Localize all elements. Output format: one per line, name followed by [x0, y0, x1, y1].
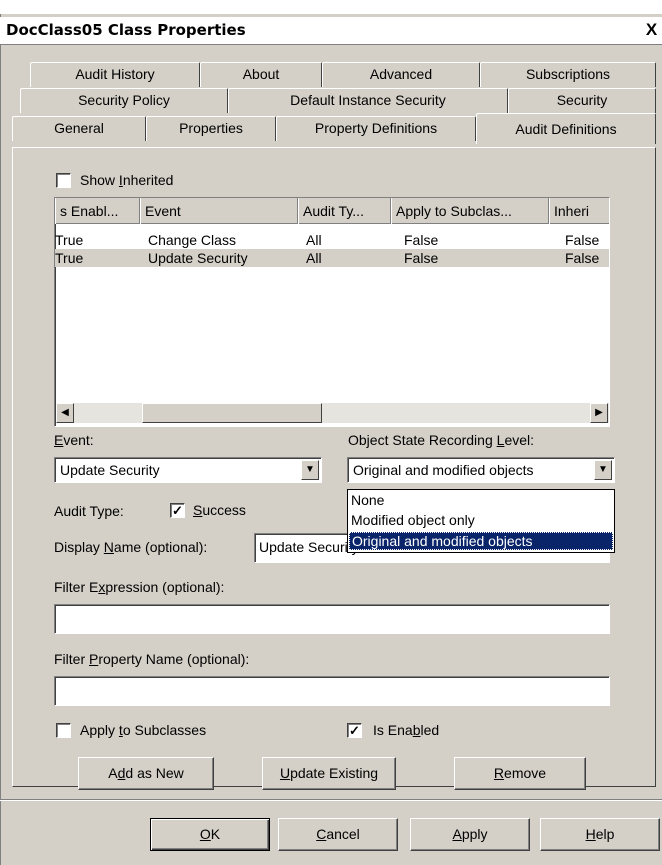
cancel-button[interactable]: Cancel [278, 818, 398, 851]
apply-subclasses-label: Apply to Subclasses [80, 722, 207, 738]
table-row[interactable]: True Change Class All False False [55, 231, 609, 249]
column-event[interactable]: Event [140, 198, 298, 224]
tab-advanced[interactable]: Advanced [322, 62, 480, 87]
filter-expression-input[interactable] [54, 604, 610, 634]
dropdown-option-none[interactable]: None [349, 492, 613, 510]
close-icon[interactable]: X [641, 20, 662, 41]
show-inherited-checkbox[interactable] [56, 173, 71, 188]
tab-security[interactable]: Security [508, 88, 656, 113]
audit-definitions-list[interactable]: s Enabl... Event Audit Ty... Apply to Su… [54, 197, 610, 427]
title-bar[interactable]: DocClass05 Class Properties X [0, 17, 662, 45]
cell-enabled: True [55, 250, 84, 266]
column-is-enabled[interactable]: s Enabl... [55, 198, 140, 224]
show-inherited-label: Show Inherited [80, 172, 174, 188]
remove-button[interactable]: Remove [454, 757, 586, 790]
filter-expression-label: Filter Expression (optional): [54, 579, 225, 595]
cell-apply-subclasses: False [404, 232, 439, 248]
display-name-label: Display Name (optional): [54, 539, 208, 555]
object-state-combobox[interactable]: Original and modified objects ▼ [347, 457, 615, 483]
filter-property-input[interactable] [54, 676, 610, 706]
object-state-label: Object State Recording Level: [348, 432, 535, 448]
cell-enabled: True [55, 232, 84, 248]
cell-inherited: False [565, 232, 600, 248]
object-state-combobox-value: Original and modified objects [353, 462, 534, 478]
window-title: DocClass05 Class Properties [6, 21, 246, 39]
scroll-thumb[interactable] [142, 403, 322, 423]
tab-security-policy[interactable]: Security Policy [20, 88, 228, 113]
table-row-selected[interactable]: True Update Security All False False [55, 249, 609, 267]
tab-properties[interactable]: Properties [146, 116, 276, 141]
cell-event: Update Security [148, 250, 248, 266]
help-button[interactable]: Help [540, 818, 660, 851]
horizontal-scrollbar[interactable]: ◀ ▶ [56, 403, 609, 423]
column-inherited[interactable]: Inheri [549, 198, 609, 224]
success-checkbox[interactable]: ✓ [170, 503, 185, 518]
audit-type-label: Audit Type: [54, 503, 124, 519]
cell-apply-subclasses: False [404, 250, 439, 266]
filter-property-label: Filter Property Name (optional): [54, 651, 250, 667]
object-state-dropdown-list[interactable]: None Modified object only Original and m… [347, 489, 615, 553]
add-as-new-button[interactable]: Add as New [78, 757, 214, 790]
apply-subclasses-checkbox[interactable] [56, 723, 71, 738]
chevron-down-icon[interactable]: ▼ [594, 460, 612, 480]
column-audit-type[interactable]: Audit Ty... [298, 198, 391, 224]
success-label: Success [193, 502, 246, 518]
tab-subscriptions[interactable]: Subscriptions [480, 62, 656, 87]
tab-property-definitions[interactable]: Property Definitions [276, 116, 476, 141]
cell-audit-type: All [306, 232, 322, 248]
list-header: s Enabl... Event Audit Ty... Apply to Su… [55, 198, 609, 224]
column-apply-to-subclasses[interactable]: Apply to Subclas... [391, 198, 549, 224]
update-existing-button[interactable]: Update Existing [262, 757, 396, 790]
cell-audit-type: All [306, 250, 322, 266]
cell-inherited: False [565, 250, 600, 266]
event-combobox[interactable]: Update Security ▼ [54, 457, 322, 483]
event-label: Event: [54, 432, 94, 448]
ok-button[interactable]: OK [150, 818, 270, 851]
chevron-down-icon[interactable]: ▼ [301, 460, 319, 480]
tab-general[interactable]: General [12, 116, 146, 141]
scroll-right-icon[interactable]: ▶ [590, 403, 608, 423]
dropdown-option-original-and-modified[interactable]: Original and modified objects [349, 532, 613, 550]
scroll-left-icon[interactable]: ◀ [56, 403, 74, 423]
dialog-divider [0, 799, 662, 801]
tab-audit-history[interactable]: Audit History [30, 62, 200, 87]
dropdown-option-modified-only[interactable]: Modified object only [349, 512, 613, 530]
is-enabled-label: Is Enabled [373, 722, 440, 738]
event-combobox-value: Update Security [60, 462, 160, 478]
tab-audit-definitions[interactable]: Audit Definitions [476, 113, 656, 144]
tab-default-instance-security[interactable]: Default Instance Security [228, 88, 508, 113]
cell-event: Change Class [148, 232, 236, 248]
is-enabled-checkbox[interactable]: ✓ [347, 723, 362, 738]
apply-button[interactable]: Apply [410, 818, 530, 851]
tab-about[interactable]: About [200, 62, 322, 87]
background-window-strip [0, 0, 662, 14]
